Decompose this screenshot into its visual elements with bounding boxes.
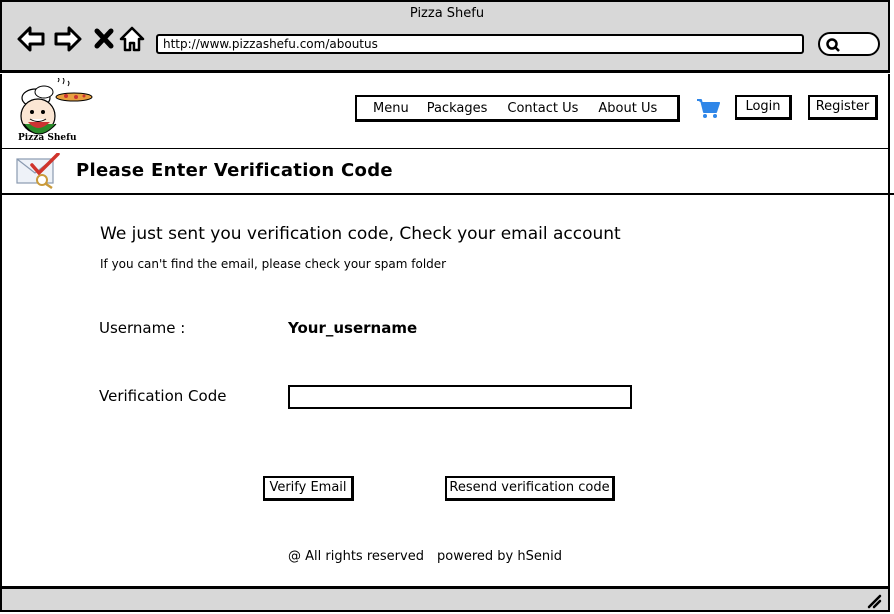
- window-title: Pizza Shefu: [409, 6, 485, 21]
- title-divider: [0, 193, 894, 195]
- footer-rights: @ All rights reserved: [288, 549, 424, 564]
- spam-folder-hint: If you can't find the email, please chec…: [100, 257, 447, 271]
- url-bar[interactable]: http://www.pizzashefu.com/aboutus: [156, 34, 804, 54]
- resend-code-button[interactable]: Resend verification code: [445, 476, 615, 501]
- logo-text: Pizza Shefu: [18, 133, 77, 143]
- browser-chrome: Pizza Shefu http://www.pizzashefu.com/ab…: [0, 0, 890, 73]
- status-bar: [0, 586, 890, 612]
- content-right-border: [888, 74, 890, 586]
- nav-contact-us[interactable]: Contact Us: [507, 101, 578, 116]
- register-button[interactable]: Register: [808, 95, 878, 120]
- search-icon: [826, 38, 840, 52]
- footer-powered-by: powered by hSenid: [437, 549, 562, 564]
- resize-grip-icon[interactable]: [866, 593, 882, 609]
- cart-icon[interactable]: [696, 98, 720, 120]
- main-nav: Menu Packages Contact Us About Us: [355, 95, 680, 122]
- browser-window: Pizza Shefu http://www.pizzashefu.com/ab…: [0, 0, 894, 614]
- username-label: Username :: [99, 319, 186, 337]
- header-divider: [0, 148, 890, 149]
- nav-about-us[interactable]: About Us: [598, 101, 657, 116]
- verify-email-button[interactable]: Verify Email: [263, 476, 354, 501]
- login-button[interactable]: Login: [735, 95, 792, 120]
- page-title: Please Enter Verification Code: [76, 160, 393, 181]
- forward-arrow-icon[interactable]: [53, 24, 83, 54]
- verification-code-input[interactable]: [288, 385, 632, 409]
- mail-check-icon: [16, 153, 60, 189]
- sent-code-message: We just sent you verification code, Chec…: [100, 224, 621, 244]
- nav-packages[interactable]: Packages: [427, 101, 488, 116]
- verification-code-label: Verification Code: [99, 387, 227, 405]
- back-arrow-icon[interactable]: [16, 24, 46, 54]
- home-icon[interactable]: [118, 24, 148, 54]
- search-field[interactable]: [818, 32, 880, 56]
- close-icon[interactable]: [90, 24, 120, 54]
- username-value: Your_username: [288, 319, 418, 337]
- nav-menu[interactable]: Menu: [373, 101, 409, 116]
